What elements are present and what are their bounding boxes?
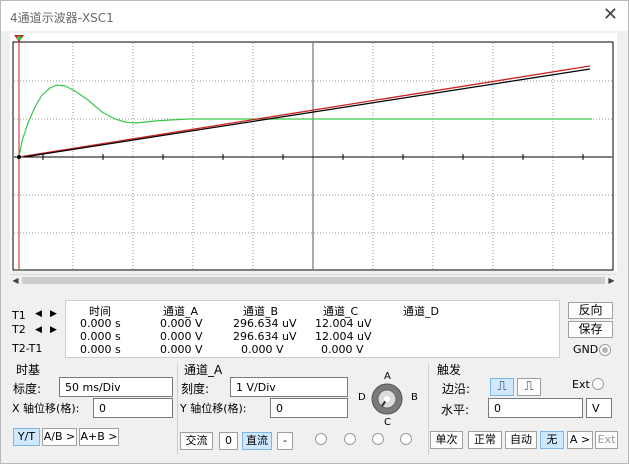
ab-mode-button[interactable]: A/B >	[42, 428, 77, 446]
group-divider	[428, 363, 429, 455]
table-cell: 0.000 s	[80, 343, 121, 356]
measurement-readout: 时间 通道_A 通道_B 通道_C 通道_D 0.000 s 0.000 V 2…	[65, 300, 560, 358]
edge-label: 边沿:	[442, 382, 471, 396]
channel-scale-label: 刻度:	[181, 382, 210, 396]
t2-right-arrow-icon[interactable]: ▶	[47, 324, 60, 336]
channel-radio[interactable]	[372, 433, 384, 445]
a-trigger-button[interactable]: A >	[567, 431, 593, 449]
scrollbar-thumb[interactable]	[22, 277, 605, 284]
timebase-scale-field[interactable]: 50 ms/Div	[59, 377, 173, 397]
table-cell: 0.000 V	[160, 317, 203, 330]
scope-screen[interactable]	[10, 33, 617, 271]
horizontal-scrollbar[interactable]: ◀ ▶	[10, 274, 617, 285]
t1-left-arrow-icon[interactable]: ◀	[32, 308, 45, 320]
ext-trigger-button[interactable]: Ext	[595, 431, 618, 449]
table-cell: 0.000 V	[160, 343, 203, 356]
timebase-title: 时基	[16, 363, 41, 377]
close-icon[interactable]: ✕	[603, 5, 618, 25]
scope-display-area: ◀ ▶	[10, 33, 617, 285]
x-position-label: X 轴位移(格):	[12, 402, 80, 415]
gnd-radio[interactable]	[599, 344, 611, 356]
y-position-label: Y 轴位移(格):	[180, 402, 247, 415]
table-cell: 0.000 V	[241, 343, 284, 356]
level-label: 水平:	[441, 403, 470, 417]
ac-coupling-button[interactable]: 交流	[180, 432, 213, 450]
selector-label-b: B	[411, 392, 418, 403]
yt-mode-button[interactable]: Y/T	[13, 428, 40, 446]
table-cell: 296.634 uV	[233, 330, 297, 343]
table-cell: 0.000 V	[321, 343, 364, 356]
save-button[interactable]: 保存	[568, 321, 613, 338]
table-cell: 12.004 uV	[315, 317, 372, 330]
oscilloscope-window: 4通道示波器-XSC1 ✕ ◀ ▶ T1 ◀ ▶ T2 ◀ ▶ T2-T1 时间…	[0, 0, 629, 464]
selector-label-c: C	[384, 417, 391, 428]
t2-left-arrow-icon[interactable]: ◀	[32, 324, 45, 336]
channel-radio[interactable]	[315, 433, 327, 445]
y-position-field[interactable]: 0	[270, 398, 348, 418]
table-cell: 12.004 uV	[315, 330, 372, 343]
a-plus-b-mode-button[interactable]: A+B >	[79, 428, 119, 446]
gnd-label: GND	[573, 343, 599, 356]
reverse-button[interactable]: 反向	[568, 302, 613, 319]
ext-radio[interactable]	[592, 378, 604, 390]
header-channel-d: 通道_D	[403, 305, 439, 318]
selector-label-a: A	[384, 371, 391, 382]
t2-label: T2	[12, 323, 26, 336]
table-cell: 0.000 s	[80, 330, 121, 343]
scroll-left-icon[interactable]: ◀	[10, 275, 21, 286]
table-cell: 296.634 uV	[233, 317, 297, 330]
window-title: 4通道示波器-XSC1	[10, 11, 114, 25]
channel-selector-knob[interactable]	[370, 382, 404, 416]
title-bar[interactable]: 4通道示波器-XSC1 ✕	[1, 1, 628, 31]
scope-graph	[12, 35, 614, 271]
trigger-level-field[interactable]: 0	[488, 398, 583, 418]
zero-coupling-button[interactable]: 0	[219, 432, 238, 450]
t2-t1-label: T2-T1	[12, 342, 43, 355]
trigger-unit-field[interactable]: V	[586, 398, 612, 418]
trigger-title: 触发	[437, 363, 462, 377]
normal-trigger-button[interactable]: 正常	[468, 431, 502, 449]
timebase-scale-label: 标度:	[13, 382, 42, 396]
single-trigger-button[interactable]: 单次	[430, 431, 463, 449]
falling-edge-icon[interactable]: ⎍	[517, 378, 541, 396]
channel-scale-field[interactable]: 1 V/Div	[230, 377, 348, 397]
x-position-field[interactable]: 0	[93, 398, 173, 418]
t1-right-arrow-icon[interactable]: ▶	[47, 308, 60, 320]
channel-title: 通道_A	[184, 363, 223, 377]
selector-label-d: D	[358, 392, 366, 403]
rising-edge-icon[interactable]: ⎍	[490, 378, 514, 396]
channel-radio[interactable]	[344, 433, 356, 445]
none-trigger-button[interactable]: 无	[540, 431, 564, 449]
scroll-right-icon[interactable]: ▶	[606, 275, 617, 286]
group-divider	[177, 363, 178, 455]
ext-label: Ext	[572, 378, 590, 391]
channel-radio[interactable]	[400, 433, 412, 445]
dc-coupling-button[interactable]: 直流	[242, 432, 272, 450]
t1-label: T1	[12, 309, 26, 322]
table-cell: 0.000 s	[80, 317, 121, 330]
auto-trigger-button[interactable]: 自动	[505, 431, 537, 449]
table-cell: 0.000 V	[160, 330, 203, 343]
minus-button[interactable]: -	[277, 432, 293, 450]
